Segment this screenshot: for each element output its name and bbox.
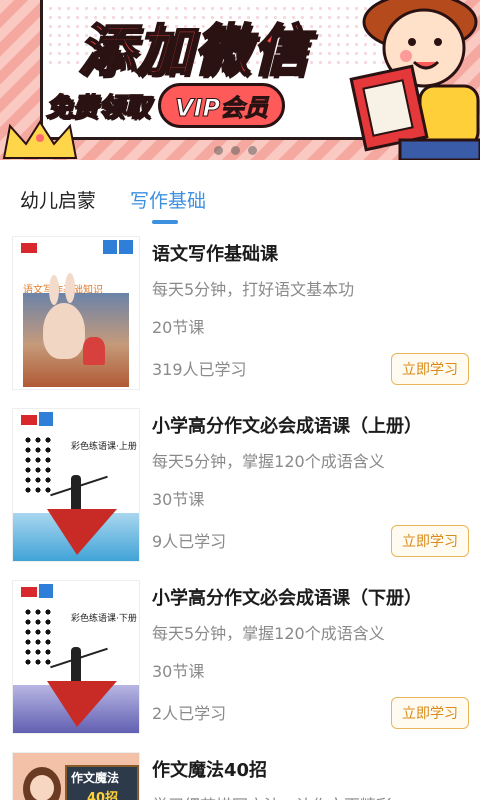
crown-icon <box>2 120 78 159</box>
course-cover: 语文写作基础知识 <box>12 236 140 390</box>
rabbit-figure <box>43 303 85 359</box>
tab-early-childhood[interactable]: 幼儿启蒙 <box>20 186 96 213</box>
promo-banner[interactable]: 添加微信 免费领取 VIP会员 <box>0 0 480 160</box>
cover-caption: 彩色练语课·下册 <box>71 614 137 624</box>
course-title[interactable]: 作文魔法40招 <box>152 756 267 782</box>
course-learner-count: 2人已学习 <box>152 704 227 723</box>
red-cape <box>47 509 117 555</box>
banner-subtitle-row: 免费领取 VIP会员 <box>45 82 286 128</box>
red-cape <box>47 681 117 727</box>
course-description: 每天5分钟，掌握120个成语含义 <box>152 624 385 643</box>
course-title[interactable]: 语文写作基础课 <box>152 240 278 266</box>
course-learner-count: 9人已学习 <box>152 532 227 551</box>
course-description: 学习细节描写方法，让作文更精彩 <box>152 792 392 800</box>
banner-vip-badge: VIP会员 <box>158 82 286 128</box>
cover-dot-grid <box>23 435 53 495</box>
course-cover: 彩色练语课·下册 <box>12 580 140 734</box>
start-learning-button[interactable]: 立即学习 <box>391 697 469 729</box>
course-lesson-count: 20节课 <box>152 318 205 337</box>
course-description: 每天5分钟，掌握120个成语含义 <box>152 452 385 471</box>
tab-writing-basics[interactable]: 写作基础 <box>130 186 206 213</box>
chalkboard: 作文魔法 40招 <box>65 765 139 800</box>
publisher-logo-icon <box>21 415 37 425</box>
course-title[interactable]: 小学高分作文必会成语课（上册） <box>152 412 422 438</box>
start-learning-button[interactable]: 立即学习 <box>391 353 469 385</box>
publisher-logo-icon <box>21 243 37 253</box>
course-cover: 作文魔法 40招 <box>12 752 140 800</box>
cover-tag-icon <box>103 240 117 254</box>
cover-illustration <box>23 273 129 387</box>
cover-tag-icon <box>39 412 53 426</box>
course-lesson-count: 30节课 <box>152 490 205 509</box>
start-learning-button[interactable]: 立即学习 <box>391 525 469 557</box>
carousel-dot-2[interactable] <box>231 146 240 155</box>
cover-tag-icon <box>39 584 53 598</box>
carousel-dot-1[interactable] <box>214 146 223 155</box>
cover-dot-grid <box>23 607 53 667</box>
banner-title: 添加微信 <box>77 18 310 85</box>
board-line-1: 作文魔法 <box>71 771 120 785</box>
course-item[interactable]: 语文写作基础知识 语文写作基础课 每天5分钟，打好语文基本功 20节课 319人… <box>0 236 480 408</box>
girl-face <box>30 775 54 800</box>
board-line-2: 40招 <box>87 791 119 800</box>
course-description: 每天5分钟，打好语文基本功 <box>152 280 355 299</box>
rabbit-ear <box>49 275 59 305</box>
rabbit-ear <box>65 273 75 303</box>
active-tab-indicator <box>152 220 178 224</box>
course-cover: 彩色练语课·上册 <box>12 408 140 562</box>
course-item[interactable]: 彩色练语课·下册 小学高分作文必会成语课（下册） 每天5分钟，掌握120个成语含… <box>0 580 480 752</box>
course-lesson-count: 30节课 <box>152 662 205 681</box>
girl-figure <box>83 337 105 365</box>
course-title[interactable]: 小学高分作文必会成语课（下册） <box>152 584 422 610</box>
carousel-dot-3[interactable] <box>248 146 257 155</box>
cover-tag-icon <box>119 240 133 254</box>
course-learner-count: 319人已学习 <box>152 360 247 379</box>
boy-reading-illustration <box>349 0 480 160</box>
course-item[interactable]: 作文魔法 40招 作文魔法40招 学习细节描写方法，让作文更精彩 <box>0 752 480 800</box>
publisher-logo-icon <box>21 587 37 597</box>
category-tabs: 幼儿启蒙 写作基础 <box>0 180 480 228</box>
cover-caption: 彩色练语课·上册 <box>71 442 137 452</box>
course-item[interactable]: 彩色练语课·上册 小学高分作文必会成语课（上册） 每天5分钟，掌握120个成语含… <box>0 408 480 580</box>
